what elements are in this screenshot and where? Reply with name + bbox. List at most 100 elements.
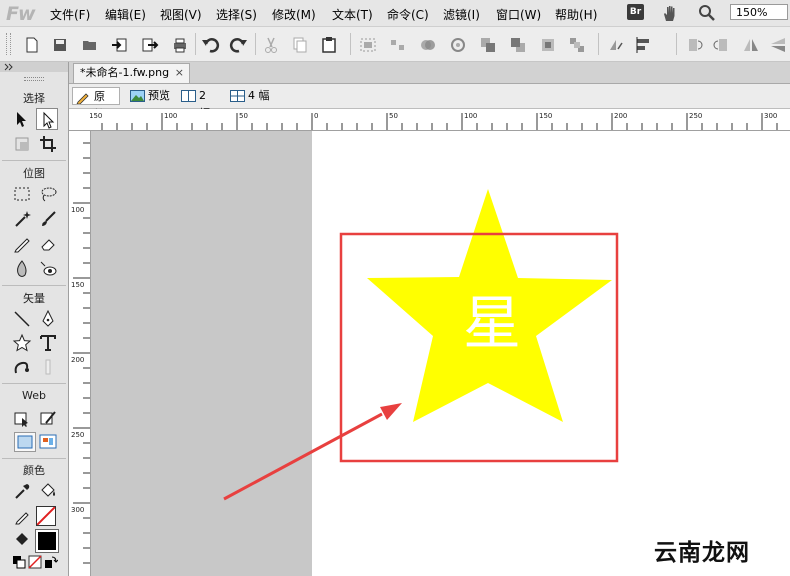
menu-file[interactable]: 文件(F) — [50, 6, 90, 23]
menu-modify[interactable]: 修改(M) — [272, 6, 316, 23]
menu-view[interactable]: 视图(V) — [160, 6, 202, 23]
swap-colors-icon[interactable] — [44, 555, 58, 569]
save-icon[interactable] — [50, 35, 70, 55]
rotate-cw-icon[interactable] — [712, 35, 732, 55]
section-web-label: Web — [22, 389, 46, 402]
default-colors-icon[interactable] — [12, 555, 26, 569]
pencil-tool-icon[interactable] — [12, 234, 32, 254]
menu-text[interactable]: 文本(T) — [332, 6, 373, 23]
paste-icon[interactable] — [319, 35, 339, 55]
align-icon[interactable] — [634, 35, 654, 55]
crop-tool-icon[interactable] — [38, 134, 58, 154]
eraser-tool-icon[interactable] — [38, 234, 58, 254]
fill-color-swatch[interactable] — [35, 529, 59, 553]
star-text-label[interactable]: 星 — [432, 276, 552, 360]
send-backward-icon[interactable] — [508, 35, 528, 55]
menu-window[interactable]: 窗口(W) — [496, 6, 541, 23]
menu-edit[interactable]: 编辑(E) — [105, 6, 146, 23]
pen-tool-icon[interactable] — [38, 309, 58, 329]
view-preview-button[interactable]: 预览 — [127, 87, 177, 105]
subselect-tool-button[interactable] — [36, 108, 58, 130]
lasso-tool-icon[interactable] — [38, 184, 58, 204]
slice-tool-icon[interactable] — [38, 408, 58, 428]
paint-bucket-tool-icon[interactable] — [38, 481, 58, 501]
eyedropper-tool-icon[interactable] — [12, 481, 32, 501]
ruler-tick-label: 100 — [164, 112, 177, 120]
four-up-icon — [230, 90, 245, 102]
bring-forward-icon[interactable] — [478, 35, 498, 55]
tools-panel — [0, 62, 69, 576]
hand-tool-icon[interactable] — [660, 3, 680, 23]
freeform-tool-icon[interactable] — [12, 357, 32, 377]
menu-filters[interactable]: 滤镜(I) — [443, 6, 480, 23]
arrange-front-icon[interactable] — [538, 35, 558, 55]
ruler-tick-label: 200 — [71, 356, 84, 364]
fill-color-bucket-icon[interactable] — [12, 530, 32, 550]
export-icon[interactable] — [140, 35, 160, 55]
ruler-tick-label: 200 — [614, 112, 627, 120]
hide-slices-button[interactable] — [14, 432, 36, 452]
section-divider — [2, 160, 66, 161]
section-divider — [2, 458, 66, 459]
new-document-icon[interactable] — [22, 35, 42, 55]
arrange-back-icon[interactable] — [567, 35, 587, 55]
view-original-button[interactable]: 原始 — [72, 87, 120, 121]
zoom-level-field[interactable]: 150% — [730, 4, 788, 20]
cut-icon[interactable] — [261, 35, 281, 55]
menu-help[interactable]: 帮助(H) — [555, 6, 597, 23]
toolbar-grip[interactable] — [6, 33, 11, 55]
flip-vertical-icon[interactable] — [768, 35, 788, 55]
flip-icon[interactable] — [606, 35, 626, 55]
pasteboard[interactable] — [91, 131, 312, 576]
magic-wand-tool-icon[interactable] — [12, 209, 32, 229]
horizontal-ruler[interactable]: 150 100 50 0 50 100 150 200 250 300 — [69, 109, 790, 131]
panel-grip[interactable] — [24, 77, 44, 81]
menu-select[interactable]: 选择(S) — [216, 6, 257, 23]
zoom-tool-icon[interactable] — [697, 3, 717, 23]
flip-horizontal-icon[interactable] — [741, 35, 761, 55]
stroke-color-pencil-icon[interactable] — [12, 506, 32, 526]
collapse-arrows-icon[interactable] — [4, 63, 14, 71]
text-tool-icon[interactable] — [38, 333, 58, 353]
ungroup-icon[interactable] — [388, 35, 408, 55]
line-tool-icon[interactable] — [12, 309, 32, 329]
print-icon[interactable] — [170, 35, 190, 55]
section-divider — [2, 285, 66, 286]
rotate-ccw-icon[interactable] — [684, 35, 704, 55]
view-2up-button[interactable]: 2 幅 — [178, 87, 224, 120]
open-icon[interactable] — [80, 35, 100, 55]
shape-tool-icon[interactable] — [12, 333, 32, 353]
section-select-label: 选择 — [23, 92, 45, 105]
marquee-tool-icon[interactable] — [12, 184, 32, 204]
no-stroke-fill-icon[interactable] — [28, 555, 42, 569]
copy-icon[interactable] — [290, 35, 310, 55]
redeye-tool-icon[interactable] — [38, 259, 58, 279]
scale-tool-icon[interactable] — [12, 134, 32, 154]
stroke-color-swatch[interactable] — [36, 506, 56, 526]
tools-panel-header[interactable] — [0, 62, 68, 72]
view-4up-button[interactable]: 4 幅 — [227, 87, 277, 105]
close-tab-icon[interactable]: × — [175, 64, 184, 82]
toolbar-separator — [195, 33, 196, 55]
pointer-tool-icon[interactable] — [12, 109, 32, 129]
hotspot-tool-icon[interactable] — [12, 408, 32, 428]
undo-icon[interactable] — [200, 35, 220, 55]
ruler-tick-label: 50 — [389, 112, 398, 120]
redo-icon[interactable] — [229, 35, 249, 55]
vertical-ruler[interactable]: 100 150 200 250 300 — [69, 131, 91, 576]
toolbar-separator — [255, 33, 256, 55]
document-tab[interactable]: *未命名-1.fw.png × — [73, 63, 190, 83]
join-icon[interactable] — [418, 35, 438, 55]
import-icon[interactable] — [110, 35, 130, 55]
brush-tool-icon[interactable] — [38, 209, 58, 229]
ruler-tick-label: 250 — [689, 112, 702, 120]
ruler-tick-label: 100 — [464, 112, 477, 120]
menu-commands[interactable]: 命令(C) — [387, 6, 429, 23]
group-icon[interactable] — [358, 35, 378, 55]
ruler-tick-label: 300 — [764, 112, 777, 120]
blur-tool-icon[interactable] — [12, 259, 32, 279]
split-icon[interactable] — [448, 35, 468, 55]
bridge-button[interactable]: Br — [627, 4, 644, 20]
show-slices-icon[interactable] — [38, 432, 58, 452]
knife-tool-icon[interactable] — [38, 357, 58, 377]
